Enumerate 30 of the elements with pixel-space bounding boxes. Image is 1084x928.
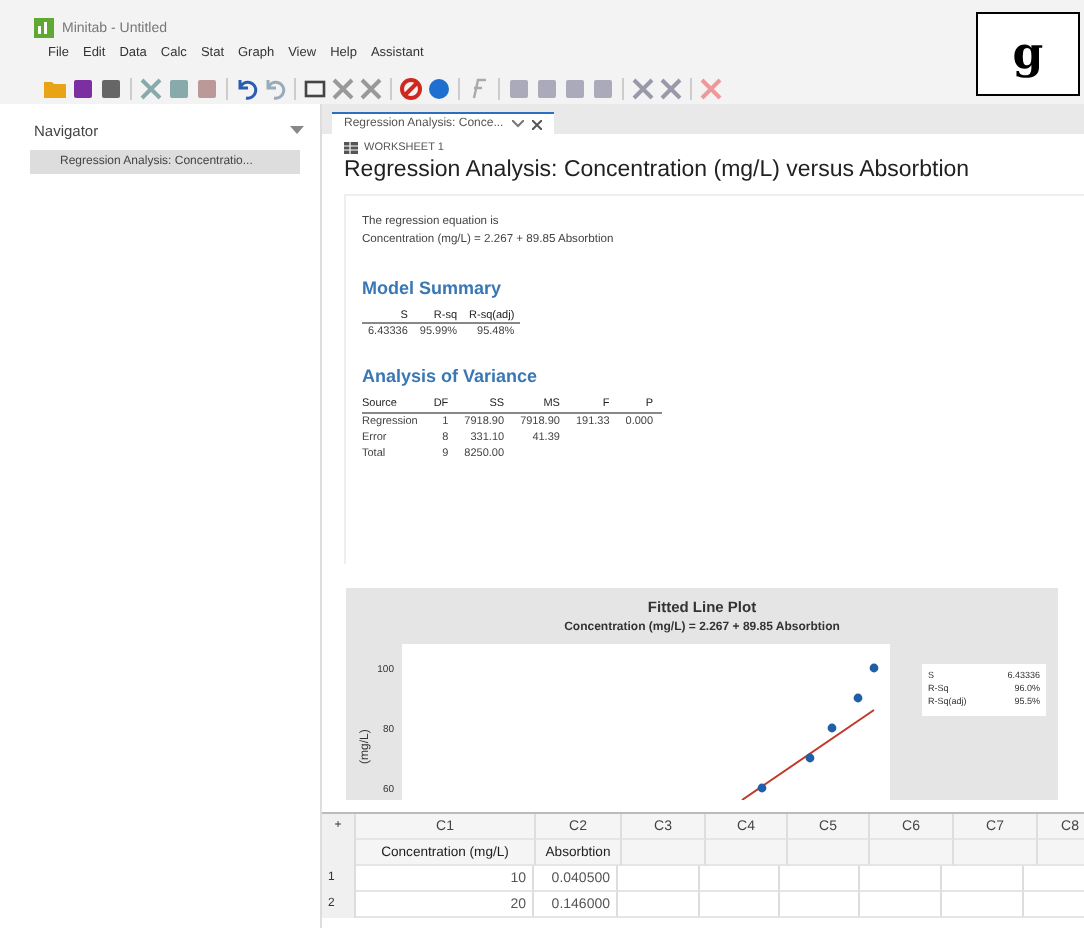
legend-box — [922, 664, 1046, 716]
section-heading: Analysis of Variance — [362, 366, 540, 386]
table-cell[interactable] — [942, 866, 1024, 892]
column-name-field[interactable] — [706, 840, 788, 866]
function-icon[interactable] — [468, 78, 490, 100]
chevron-icon[interactable] — [511, 120, 524, 128]
fit-line — [741, 709, 875, 800]
scatter-points-drawing — [757, 663, 879, 793]
column-name-field[interactable] — [622, 840, 706, 866]
dropdown-icon[interactable] — [290, 126, 304, 134]
cancel-icon[interactable] — [400, 78, 422, 100]
undo-icon[interactable] — [236, 78, 258, 100]
output-title: Regression Analysis: Concentration (mg/L) versus Absorbtion — [344, 158, 1084, 196]
table-cell[interactable] — [860, 866, 942, 892]
table-cell[interactable] — [700, 892, 780, 918]
window-icon[interactable] — [304, 78, 326, 100]
table-cell[interactable] — [618, 892, 700, 918]
close-icon[interactable] — [531, 119, 542, 129]
table-cell[interactable] — [942, 892, 1024, 918]
table-cell[interactable] — [700, 866, 780, 892]
column-name-field[interactable] — [870, 840, 954, 866]
section-heading: Model Summary — [362, 278, 504, 298]
table-cell[interactable] — [618, 866, 700, 892]
table-cell[interactable] — [780, 892, 860, 918]
worksheet-icon — [344, 142, 358, 154]
table-cell[interactable] — [860, 892, 942, 918]
corner-label: g — [976, 12, 1080, 96]
column-name-field[interactable] — [954, 840, 1038, 866]
column-name-field[interactable] — [788, 840, 870, 866]
table-cell[interactable] — [780, 866, 860, 892]
